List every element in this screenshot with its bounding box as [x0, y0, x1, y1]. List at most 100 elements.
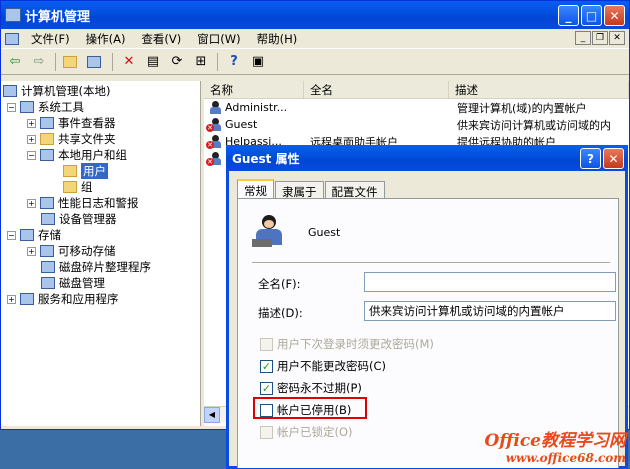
- account-username: Guest: [308, 226, 341, 239]
- event-viewer-icon: [40, 117, 54, 129]
- tree-item-disk-management[interactable]: 磁盘管理: [41, 275, 105, 291]
- user-icon: [208, 100, 222, 115]
- tree-item-defrag[interactable]: 磁盘碎片整理程序: [41, 259, 151, 275]
- toolbar: ⇦ ⇨ ✕ ▤ ⟳ ⊞ ? ▣: [1, 49, 629, 75]
- tree-label: 存储: [38, 228, 61, 242]
- list-row-administrator[interactable]: Administr... 管理计算机(域)的内置帐户: [204, 99, 629, 116]
- window-titlebar[interactable]: 计算机管理: [1, 1, 629, 29]
- checkbox-label: 密码永不过期(P): [277, 381, 362, 395]
- watermark-title: Office教程学习网: [484, 431, 627, 451]
- tree-label: 系统工具: [38, 100, 84, 114]
- tree-label: 计算机管理(本地): [21, 84, 111, 98]
- column-header-name[interactable]: 名称: [204, 81, 304, 98]
- site-watermark: Office教程学习网 www.office68.com: [485, 426, 627, 465]
- menu-view[interactable]: 查看(V): [133, 31, 189, 47]
- checkbox-label: 帐户已锁定(O): [277, 425, 353, 439]
- tree-item-storage[interactable]: − 存储: [7, 227, 61, 243]
- tree-item-local-users-groups[interactable]: − 本地用户和组: [27, 147, 127, 163]
- menu-file[interactable]: 文件(F): [23, 31, 78, 47]
- dialog-close-button[interactable]: ✕: [603, 148, 624, 169]
- tree-label-selected: 用户: [81, 163, 108, 179]
- cannot-change-password-checkbox[interactable]: ✓ 用户不能更改密码(C): [260, 358, 386, 374]
- minimize-button[interactable]: _: [558, 5, 579, 26]
- tree-item-event-viewer[interactable]: + 事件查看器: [27, 115, 116, 131]
- tree-label: 本地用户和组: [58, 148, 127, 162]
- row-description: 供来宾访问计算机或访问域的内: [457, 118, 611, 132]
- dialog-help-button[interactable]: ?: [580, 148, 601, 169]
- tree-item-device-manager[interactable]: 设备管理器: [41, 211, 117, 227]
- tree-item-root[interactable]: 计算机管理(本地): [3, 83, 110, 99]
- tree-item-users[interactable]: 用户: [63, 163, 108, 179]
- collapse-icon[interactable]: −: [27, 150, 36, 160]
- password-never-expires-checkbox[interactable]: ✓ 密码永不过期(P): [260, 380, 362, 396]
- disabled-user-icon: ✕: [206, 151, 222, 166]
- dialog-title: Guest 属性: [232, 151, 300, 166]
- tree-label: 可移动存储: [58, 244, 116, 258]
- must-change-password-checkbox[interactable]: 用户下次登录时须更改密码(M): [260, 336, 434, 352]
- show-hide-tree-icon[interactable]: [86, 52, 106, 72]
- storage-icon: [20, 229, 34, 241]
- checkmark-icon: ✓: [260, 359, 273, 373]
- tree-item-perf-logs[interactable]: + 性能日志和警报: [27, 195, 139, 211]
- checkbox-label: 用户下次登录时须更改密码(M): [277, 337, 434, 351]
- tree-item-services-apps[interactable]: + 服务和应用程序: [7, 291, 119, 307]
- up-folder-icon[interactable]: [62, 52, 82, 72]
- tab-profile[interactable]: 配置文件: [324, 181, 385, 199]
- list-row-guest[interactable]: ✕ Guest 供来宾访问计算机或访问域的内: [204, 116, 629, 133]
- description-label: 描述(D):: [258, 306, 303, 320]
- help-icon[interactable]: ?: [224, 52, 244, 72]
- tree-item-shared-folders[interactable]: + 共享文件夹: [27, 131, 116, 147]
- users-groups-icon: [40, 149, 54, 161]
- mdi-restore-button[interactable]: ❐: [592, 31, 608, 45]
- shared-folder-icon: [40, 133, 54, 145]
- maximize-button[interactable]: □: [581, 5, 602, 26]
- tools-icon: [20, 101, 34, 113]
- menu-window[interactable]: 窗口(W): [189, 31, 248, 47]
- expand-icon[interactable]: +: [27, 246, 36, 256]
- fullname-input[interactable]: [364, 272, 616, 292]
- menu-help[interactable]: 帮助(H): [249, 31, 306, 47]
- expand-icon[interactable]: +: [27, 118, 36, 128]
- collapse-icon[interactable]: −: [7, 230, 16, 240]
- delete-icon[interactable]: ✕: [119, 52, 139, 72]
- dialog-titlebar[interactable]: Guest 属性 ? ✕: [226, 145, 628, 171]
- console-window-icon[interactable]: ▣: [248, 52, 268, 72]
- forward-arrow-icon[interactable]: ⇨: [29, 52, 49, 72]
- tab-general[interactable]: 常规: [237, 179, 274, 199]
- export-list-icon[interactable]: ⊞: [191, 52, 211, 72]
- device-manager-icon: [41, 213, 55, 225]
- menu-action[interactable]: 操作(A): [78, 31, 134, 47]
- defrag-icon: [41, 261, 55, 273]
- tree-label: 组: [81, 180, 93, 194]
- mmc-icon[interactable]: [5, 32, 19, 45]
- window-title: 计算机管理: [25, 9, 91, 25]
- performance-icon: [40, 197, 54, 209]
- close-button[interactable]: ✕: [604, 5, 625, 26]
- tree-item-removable-storage[interactable]: + 可移动存储: [27, 243, 116, 259]
- refresh-icon[interactable]: ⟳: [167, 52, 187, 72]
- description-input[interactable]: 供来宾访问计算机或访问域的内置帐户: [364, 301, 616, 321]
- toolbar-separator: [112, 52, 113, 71]
- tree-item-groups[interactable]: 组: [63, 179, 93, 195]
- column-header-description[interactable]: 描述: [449, 81, 629, 98]
- properties-icon[interactable]: ▤: [143, 52, 163, 72]
- disabled-user-icon: ✕: [206, 134, 222, 149]
- column-header-fullname[interactable]: 全名: [304, 81, 449, 98]
- mdi-close-button[interactable]: ✕: [609, 31, 625, 45]
- tab-member-of[interactable]: 隶属于: [275, 181, 324, 199]
- expand-icon[interactable]: +: [27, 198, 36, 208]
- collapse-icon[interactable]: −: [7, 102, 16, 112]
- expand-icon[interactable]: +: [27, 134, 36, 144]
- account-locked-checkbox[interactable]: 帐户已锁定(O): [260, 424, 353, 440]
- console-tree: 计算机管理(本地) − 系统工具 + 事件查看器 + 共享文件夹 − 本地用户和…: [1, 81, 201, 426]
- account-disabled-checkbox[interactable]: 帐户已停用(B): [260, 402, 351, 418]
- back-arrow-icon[interactable]: ⇦: [5, 52, 25, 72]
- dialog-tabs: 常规 隶属于 配置文件: [237, 179, 386, 199]
- tree-item-system-tools[interactable]: − 系统工具: [7, 99, 84, 115]
- mdi-minimize-button[interactable]: _: [575, 31, 591, 45]
- window-controls: _ □ ✕: [558, 5, 625, 26]
- scroll-left-arrow-icon[interactable]: ◀: [204, 407, 220, 423]
- toolbar-separator: [55, 52, 56, 71]
- expand-icon[interactable]: +: [7, 294, 16, 304]
- row-description: 管理计算机(域)的内置帐户: [457, 101, 587, 115]
